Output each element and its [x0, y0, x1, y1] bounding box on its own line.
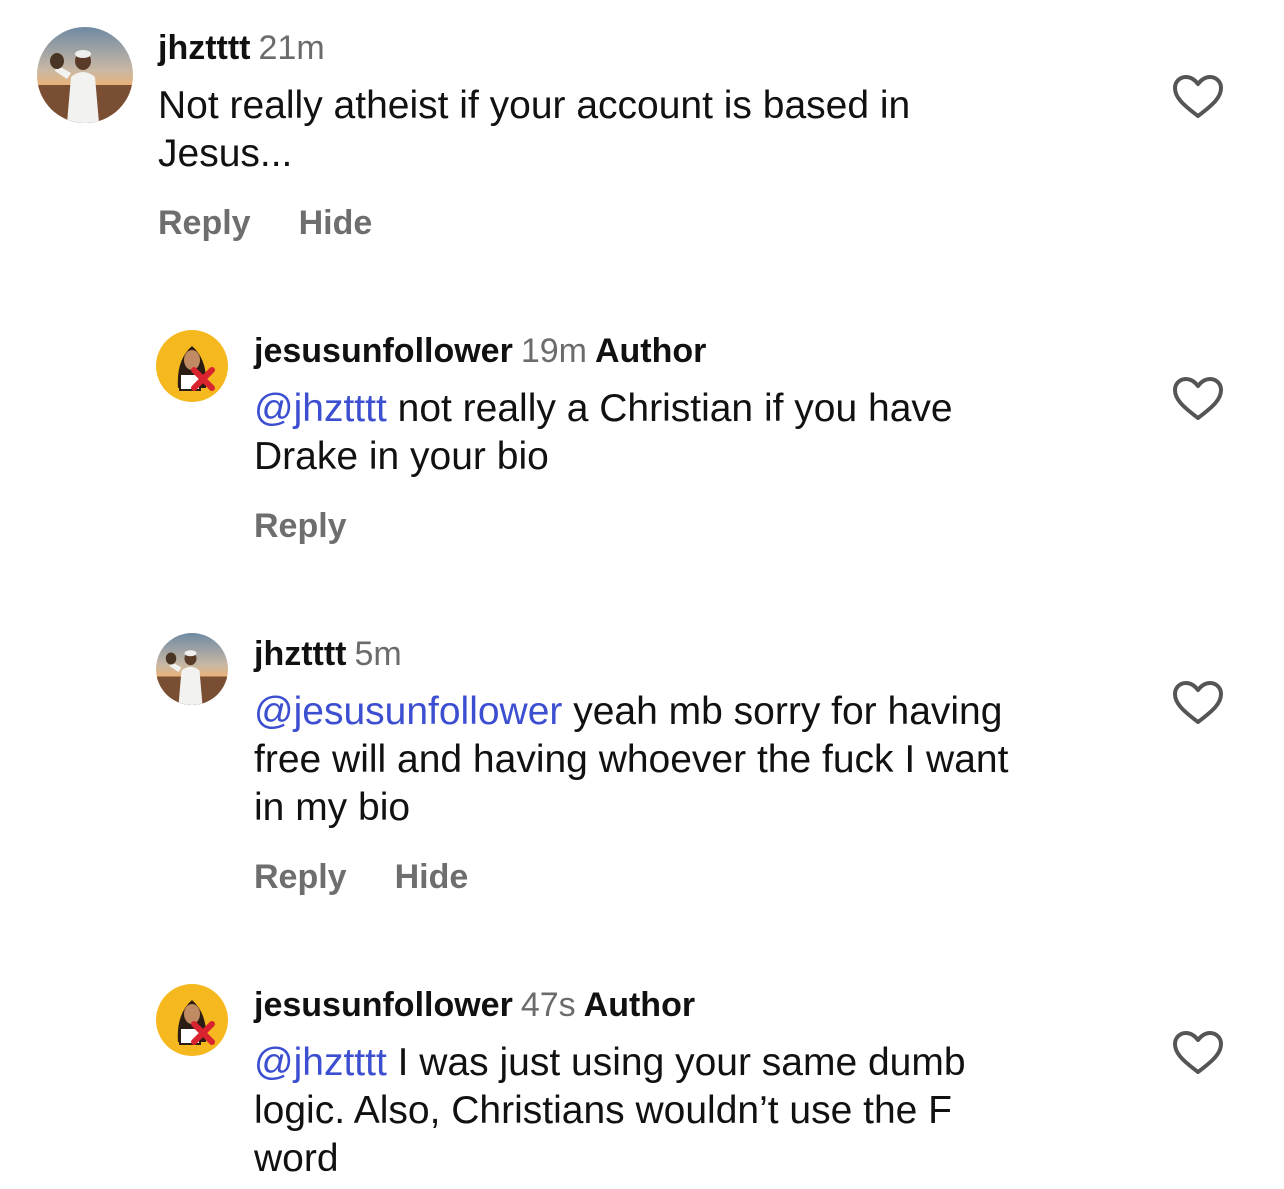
like-button[interactable]: [1172, 680, 1224, 726]
comment-text-line-2: free will and having whoever the fuck I …: [254, 738, 1009, 781]
comment-meta: jhztttt 5m: [254, 634, 402, 674]
falconer-photo-avatar: [156, 633, 228, 705]
comment-text-line-1: @jhztttt not really a Christian if you h…: [254, 385, 953, 433]
comment-text: @jesusunfollower yeah mb sorry for havin…: [254, 688, 1008, 832]
comment-text-line-1: Not really atheist if your account is ba…: [158, 84, 911, 127]
comment-actions: Reply: [254, 506, 347, 546]
comment-actions: Reply Hide: [158, 203, 372, 243]
comment-text-line-2: logic. Also, Christians wouldn’t use the…: [254, 1089, 953, 1132]
comment-text-fragment: I was just using your same dumb: [386, 1041, 966, 1084]
timestamp: 21m: [258, 29, 325, 67]
username[interactable]: jesusunfollower: [254, 332, 513, 370]
comment-text-fragment: not really a Christian if you have: [386, 387, 953, 430]
comment-meta: jesusunfollower 19m Author: [254, 331, 706, 371]
timestamp: 5m: [354, 635, 402, 673]
mention-link[interactable]: @jesusunfollower: [254, 690, 562, 733]
mention-link[interactable]: @jhztttt: [254, 1041, 387, 1084]
comment-actions: Reply Hide: [254, 857, 468, 897]
author-badge: Author: [594, 332, 707, 370]
reply-button[interactable]: Reply: [254, 507, 347, 545]
reply-button[interactable]: Reply: [254, 858, 347, 896]
comment-text: @jhztttt not really a Christian if you h…: [254, 385, 953, 481]
avatar-jesusunfollower[interactable]: [156, 330, 228, 402]
comment-meta: jesusunfollower 47s Author: [254, 985, 695, 1025]
hide-button[interactable]: Hide: [299, 204, 373, 242]
like-button[interactable]: [1172, 74, 1224, 120]
jesus-unfollow-avatar: [156, 330, 228, 402]
heart-outline-icon: [1173, 75, 1223, 118]
comment-text: @jhztttt I was just using your same dumb…: [254, 1039, 966, 1183]
author-badge: Author: [583, 986, 696, 1024]
heart-outline-icon: [1173, 681, 1223, 724]
comment-text-line-3: in my bio: [254, 786, 411, 829]
avatar-jhztttt[interactable]: [156, 633, 228, 705]
like-button[interactable]: [1172, 1030, 1224, 1076]
comment-text: Not really atheist if your account is ba…: [158, 82, 910, 178]
timestamp: 47s: [520, 986, 576, 1024]
comment-text-fragment: yeah mb sorry for having: [562, 690, 1003, 733]
reply-button[interactable]: Reply: [158, 204, 251, 242]
heart-outline-icon: [1173, 1031, 1223, 1074]
comment-text-line-2: Drake in your bio: [254, 435, 549, 478]
comment-text-line-2: Jesus...: [158, 132, 293, 175]
like-button[interactable]: [1172, 376, 1224, 422]
avatar-jesusunfollower[interactable]: [156, 984, 228, 1056]
comment-text-line-1: @jesusunfollower yeah mb sorry for havin…: [254, 688, 1008, 736]
username[interactable]: jhztttt: [254, 635, 347, 673]
heart-outline-icon: [1173, 377, 1223, 420]
hide-button[interactable]: Hide: [395, 858, 469, 896]
comment-text-line-1: @jhztttt I was just using your same dumb: [254, 1039, 966, 1087]
jesus-unfollow-avatar: [156, 984, 228, 1056]
mention-link[interactable]: @jhztttt: [254, 387, 387, 430]
username[interactable]: jesusunfollower: [254, 986, 513, 1024]
username[interactable]: jhztttt: [158, 29, 251, 67]
falconer-photo-avatar: [37, 27, 133, 123]
comment-text-line-3: word: [254, 1137, 339, 1180]
comment-meta: jhztttt 21m: [158, 28, 325, 68]
timestamp: 19m: [520, 332, 587, 370]
avatar-jhztttt[interactable]: [37, 27, 133, 123]
